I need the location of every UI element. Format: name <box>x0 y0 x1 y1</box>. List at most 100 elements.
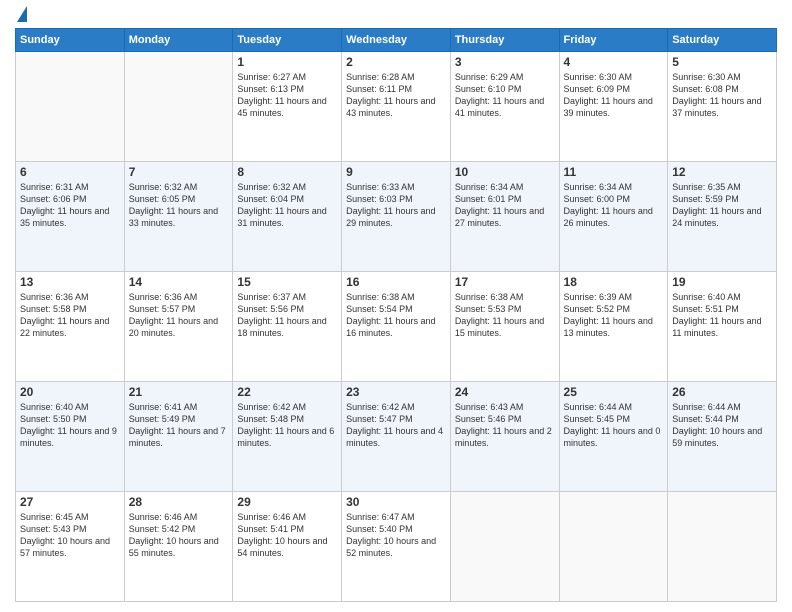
day-of-week-header: Tuesday <box>233 29 342 52</box>
day-info: Sunrise: 6:46 AM Sunset: 5:41 PM Dayligh… <box>237 511 337 560</box>
day-info: Sunrise: 6:28 AM Sunset: 6:11 PM Dayligh… <box>346 71 446 120</box>
calendar-cell: 28 Sunrise: 6:46 AM Sunset: 5:42 PM Dayli… <box>124 492 233 602</box>
day-info: Sunrise: 6:40 AM Sunset: 5:50 PM Dayligh… <box>20 401 120 450</box>
day-number: 4 <box>564 55 664 69</box>
calendar-cell: 21 Sunrise: 6:41 AM Sunset: 5:49 PM Dayli… <box>124 382 233 492</box>
day-info: Sunrise: 6:34 AM Sunset: 6:00 PM Dayligh… <box>564 181 664 230</box>
day-info: Sunrise: 6:36 AM Sunset: 5:57 PM Dayligh… <box>129 291 229 340</box>
day-of-week-header: Thursday <box>450 29 559 52</box>
calendar-week-row: 20 Sunrise: 6:40 AM Sunset: 5:50 PM Dayli… <box>16 382 777 492</box>
day-info: Sunrise: 6:32 AM Sunset: 6:04 PM Dayligh… <box>237 181 337 230</box>
day-number: 13 <box>20 275 120 289</box>
day-of-week-header: Sunday <box>16 29 125 52</box>
calendar-cell: 15 Sunrise: 6:37 AM Sunset: 5:56 PM Dayli… <box>233 272 342 382</box>
day-number: 9 <box>346 165 446 179</box>
calendar-cell: 3Sunrise: 6:29 AM Sunset: 6:10 PM Daylig… <box>450 52 559 162</box>
calendar-cell: 13 Sunrise: 6:36 AM Sunset: 5:58 PM Dayli… <box>16 272 125 382</box>
calendar-cell: 5 Sunrise: 6:30 AM Sunset: 6:08 PM Daylig… <box>668 52 777 162</box>
calendar-cell: 2 Sunrise: 6:28 AM Sunset: 6:11 PM Daylig… <box>342 52 451 162</box>
day-number: 26 <box>672 385 772 399</box>
calendar-cell: 9 Sunrise: 6:33 AM Sunset: 6:03 PM Daylig… <box>342 162 451 272</box>
day-info: Sunrise: 6:35 AM Sunset: 5:59 PM Dayligh… <box>672 181 772 230</box>
calendar-week-row: 1 Sunrise: 6:27 AM Sunset: 6:13 PM Daylig… <box>16 52 777 162</box>
calendar-cell: 20 Sunrise: 6:40 AM Sunset: 5:50 PM Dayli… <box>16 382 125 492</box>
calendar-cell: 10 Sunrise: 6:34 AM Sunset: 6:01 PM Dayli… <box>450 162 559 272</box>
calendar-cell: 30Sunrise: 6:47 AM Sunset: 5:40 PM Dayli… <box>342 492 451 602</box>
day-number: 12 <box>672 165 772 179</box>
day-number: 5 <box>672 55 772 69</box>
day-info: Sunrise: 6:42 AM Sunset: 5:47 PM Dayligh… <box>346 401 446 450</box>
day-number: 19 <box>672 275 772 289</box>
day-of-week-header: Saturday <box>668 29 777 52</box>
day-info: Sunrise: 6:34 AM Sunset: 6:01 PM Dayligh… <box>455 181 555 230</box>
calendar-cell: 17Sunrise: 6:38 AM Sunset: 5:53 PM Dayli… <box>450 272 559 382</box>
page: SundayMondayTuesdayWednesdayThursdayFrid… <box>0 0 792 612</box>
day-info: Sunrise: 6:32 AM Sunset: 6:05 PM Dayligh… <box>129 181 229 230</box>
day-info: Sunrise: 6:40 AM Sunset: 5:51 PM Dayligh… <box>672 291 772 340</box>
day-info: Sunrise: 6:46 AM Sunset: 5:42 PM Dayligh… <box>129 511 229 560</box>
calendar-cell: 7 Sunrise: 6:32 AM Sunset: 6:05 PM Daylig… <box>124 162 233 272</box>
day-info: Sunrise: 6:33 AM Sunset: 6:03 PM Dayligh… <box>346 181 446 230</box>
logo-triangle-icon <box>17 6 27 22</box>
day-of-week-header: Monday <box>124 29 233 52</box>
calendar-week-row: 13 Sunrise: 6:36 AM Sunset: 5:58 PM Dayli… <box>16 272 777 382</box>
calendar-cell: 16Sunrise: 6:38 AM Sunset: 5:54 PM Dayli… <box>342 272 451 382</box>
day-info: Sunrise: 6:45 AM Sunset: 5:43 PM Dayligh… <box>20 511 120 560</box>
day-number: 11 <box>564 165 664 179</box>
calendar-cell <box>668 492 777 602</box>
day-number: 23 <box>346 385 446 399</box>
day-info: Sunrise: 6:30 AM Sunset: 6:09 PM Dayligh… <box>564 71 664 120</box>
day-number: 8 <box>237 165 337 179</box>
day-info: Sunrise: 6:44 AM Sunset: 5:45 PM Dayligh… <box>564 401 664 450</box>
day-info: Sunrise: 6:38 AM Sunset: 5:53 PM Dayligh… <box>455 291 555 340</box>
calendar-week-row: 27 Sunrise: 6:45 AM Sunset: 5:43 PM Dayli… <box>16 492 777 602</box>
calendar-cell: 14Sunrise: 6:36 AM Sunset: 5:57 PM Dayli… <box>124 272 233 382</box>
day-number: 30 <box>346 495 446 509</box>
calendar-cell: 4 Sunrise: 6:30 AM Sunset: 6:09 PM Daylig… <box>559 52 668 162</box>
day-number: 3 <box>455 55 555 69</box>
day-info: Sunrise: 6:43 AM Sunset: 5:46 PM Dayligh… <box>455 401 555 450</box>
calendar-table: SundayMondayTuesdayWednesdayThursdayFrid… <box>15 28 777 602</box>
day-number: 7 <box>129 165 229 179</box>
calendar-cell: 23 Sunrise: 6:42 AM Sunset: 5:47 PM Dayli… <box>342 382 451 492</box>
day-number: 16 <box>346 275 446 289</box>
day-number: 22 <box>237 385 337 399</box>
day-info: Sunrise: 6:44 AM Sunset: 5:44 PM Dayligh… <box>672 401 772 450</box>
day-info: Sunrise: 6:37 AM Sunset: 5:56 PM Dayligh… <box>237 291 337 340</box>
day-number: 20 <box>20 385 120 399</box>
calendar-cell: 22 Sunrise: 6:42 AM Sunset: 5:48 PM Dayli… <box>233 382 342 492</box>
day-info: Sunrise: 6:42 AM Sunset: 5:48 PM Dayligh… <box>237 401 337 450</box>
calendar-cell <box>16 52 125 162</box>
day-number: 10 <box>455 165 555 179</box>
calendar-cell: 6 Sunrise: 6:31 AM Sunset: 6:06 PM Daylig… <box>16 162 125 272</box>
day-of-week-header: Friday <box>559 29 668 52</box>
day-info: Sunrise: 6:31 AM Sunset: 6:06 PM Dayligh… <box>20 181 120 230</box>
calendar-cell <box>124 52 233 162</box>
day-number: 1 <box>237 55 337 69</box>
calendar-cell: 8 Sunrise: 6:32 AM Sunset: 6:04 PM Daylig… <box>233 162 342 272</box>
day-number: 28 <box>129 495 229 509</box>
day-info: Sunrise: 6:39 AM Sunset: 5:52 PM Dayligh… <box>564 291 664 340</box>
calendar-header-row: SundayMondayTuesdayWednesdayThursdayFrid… <box>16 29 777 52</box>
day-number: 21 <box>129 385 229 399</box>
logo-text <box>15 10 27 22</box>
day-info: Sunrise: 6:41 AM Sunset: 5:49 PM Dayligh… <box>129 401 229 450</box>
day-number: 2 <box>346 55 446 69</box>
day-number: 18 <box>564 275 664 289</box>
day-info: Sunrise: 6:27 AM Sunset: 6:13 PM Dayligh… <box>237 71 337 120</box>
calendar-cell <box>450 492 559 602</box>
day-number: 6 <box>20 165 120 179</box>
day-number: 29 <box>237 495 337 509</box>
calendar-cell: 12 Sunrise: 6:35 AM Sunset: 5:59 PM Dayli… <box>668 162 777 272</box>
calendar-cell: 18 Sunrise: 6:39 AM Sunset: 5:52 PM Dayli… <box>559 272 668 382</box>
calendar-cell: 27 Sunrise: 6:45 AM Sunset: 5:43 PM Dayli… <box>16 492 125 602</box>
day-info: Sunrise: 6:30 AM Sunset: 6:08 PM Dayligh… <box>672 71 772 120</box>
calendar-cell: 25 Sunrise: 6:44 AM Sunset: 5:45 PM Dayli… <box>559 382 668 492</box>
day-number: 15 <box>237 275 337 289</box>
day-number: 25 <box>564 385 664 399</box>
day-info: Sunrise: 6:36 AM Sunset: 5:58 PM Dayligh… <box>20 291 120 340</box>
day-number: 27 <box>20 495 120 509</box>
header <box>15 10 777 22</box>
calendar-cell: 11 Sunrise: 6:34 AM Sunset: 6:00 PM Dayli… <box>559 162 668 272</box>
logo <box>15 10 27 22</box>
